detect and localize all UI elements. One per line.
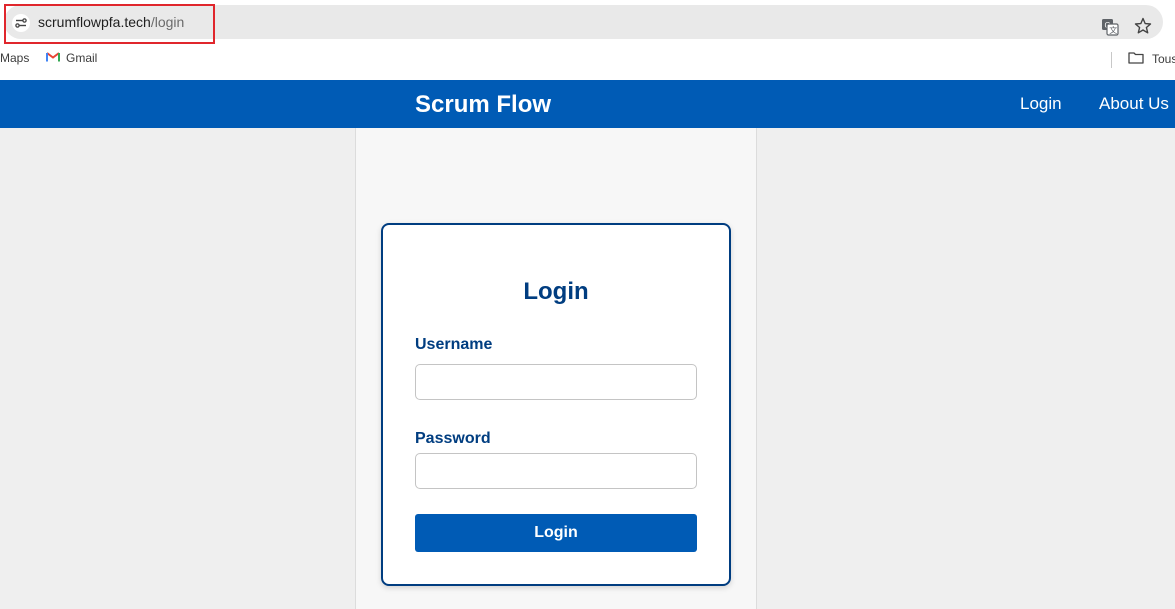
username-label: Username [415,336,493,353]
bookmark-folder-all[interactable]: Tous [1128,51,1175,67]
bookmark-folder-label: Tous [1152,52,1175,66]
bookmark-gmail[interactable]: Gmail [46,51,97,65]
app-header: Scrum Flow Login About Us [0,80,1175,128]
login-button[interactable]: Login [415,514,697,552]
folder-icon [1128,51,1144,67]
bookmarks-bar: Maps Gmail Tous [0,44,1175,80]
bookmarks-divider [1111,52,1112,68]
login-title: Login [523,278,589,305]
login-card: Login Username Password Login [381,223,731,586]
url-highlight-box [4,4,215,44]
nav-about-link[interactable]: About Us [1099,94,1169,114]
username-input[interactable] [415,364,697,400]
brand-title[interactable]: Scrum Flow [415,91,551,119]
bookmark-star-icon[interactable] [1134,17,1152,35]
bookmark-maps[interactable]: Maps [0,51,29,65]
gmail-icon [46,51,60,65]
translate-icon[interactable]: G 文 [1101,18,1119,36]
svg-text:文: 文 [1109,25,1117,35]
browser-toolbar: scrumflowpfa.tech/login G 文 [0,0,1175,44]
password-input[interactable] [415,453,697,489]
bookmark-gmail-label: Gmail [66,51,98,65]
password-label: Password [415,430,491,447]
nav-login-link[interactable]: Login [1020,94,1062,114]
